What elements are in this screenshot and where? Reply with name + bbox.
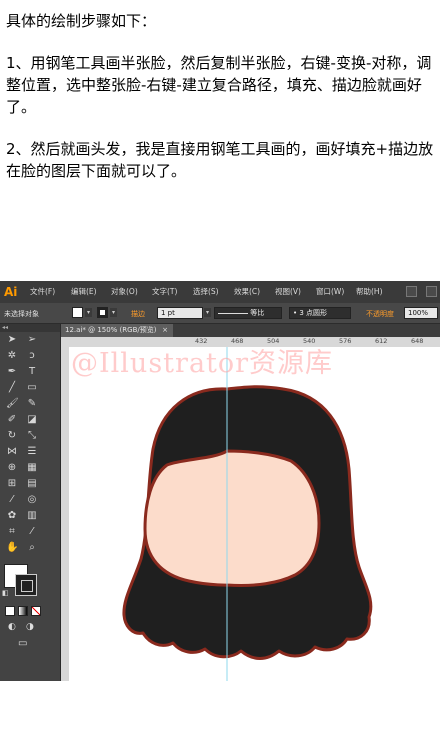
brush-label: 3 点圆形 [299, 309, 328, 317]
opacity-value: 100% [408, 309, 429, 317]
document-tab-bar: 12.ai* @ 150% (RGB/预览) × [61, 324, 440, 337]
pencil-icon[interactable]: ✎ [26, 398, 38, 410]
warp-icon[interactable]: ☰ [26, 446, 38, 458]
scale-icon[interactable]: ⤡ [26, 430, 38, 442]
color-mode-icon[interactable] [5, 606, 15, 616]
menu-object[interactable]: 对象(O) [111, 286, 138, 297]
tutorial-text: 具体的绘制步骤如下： 1、用钢笔工具画半张脸，然后复制半张脸，右键-变换-对称，… [6, 10, 438, 182]
illustrator-window: Ai 文件(F) 编辑(E) 对象(O) 文字(T) 选择(S) 效果(C) 视… [0, 281, 440, 681]
variable-width-profile[interactable]: 等比 [214, 307, 282, 319]
face-shape [143, 449, 321, 587]
control-bar: 未选择对象 ▾ ▾ 描边 1 pt ▾ 等比 • 3 点圆形 不透明度 100% [0, 303, 440, 324]
default-colors-icon[interactable]: ◧ [2, 589, 9, 597]
document-tab-label: 12.ai* @ 150% (RGB/预览) [65, 326, 157, 334]
zoom-icon[interactable]: ⌕ [26, 542, 38, 554]
stroke-weight-field[interactable]: 1 pt [157, 307, 203, 319]
menu-file[interactable]: 文件(F) [30, 286, 55, 297]
tutorial-heading: 具体的绘制步骤如下： [6, 12, 157, 30]
stroke-dropdown-icon[interactable]: ▾ [110, 308, 117, 317]
selection-status: 未选择对象 [4, 310, 39, 318]
eyedropper-icon[interactable]: ⁄ [6, 494, 18, 506]
tools-panel-grip[interactable]: ◂◂ [0, 324, 60, 332]
blob-brush-icon[interactable]: ✐ [6, 414, 18, 426]
artboard-canvas[interactable] [69, 347, 440, 681]
tutorial-step-2: 2、然后就画头发，我是直接用钢笔工具画的，画好填充+描边放在脸的图层下面就可以了… [6, 140, 434, 180]
artboard-icon[interactable]: ⌗ [6, 526, 18, 538]
bridge-icon[interactable] [406, 286, 417, 297]
menu-select[interactable]: 选择(S) [193, 286, 219, 297]
arrange-documents-icon[interactable] [426, 286, 437, 297]
stroke-label[interactable]: 描边 [131, 309, 145, 319]
inside-draw-icon[interactable]: ◑ [26, 622, 34, 632]
shape-builder-icon[interactable]: ⊕ [6, 462, 18, 474]
stroke-color-box[interactable] [15, 574, 37, 596]
eraser-icon[interactable]: ◪ [26, 414, 38, 426]
stroke-weight-value: 1 pt [161, 309, 175, 317]
perspective-icon[interactable]: ▦ [26, 462, 38, 474]
profile-line-icon [218, 312, 248, 314]
ruler-tick: 612 [375, 337, 388, 345]
direct-selection-icon[interactable]: ➢ [26, 334, 38, 346]
opacity-label[interactable]: 不透明度 [366, 309, 394, 319]
none-mode-icon[interactable] [31, 606, 41, 616]
magic-wand-icon[interactable]: ✲ [6, 350, 18, 362]
ruler-tick: 576 [339, 337, 352, 345]
menu-type[interactable]: 文字(T) [152, 286, 177, 297]
lasso-icon[interactable]: ↄ [26, 350, 38, 362]
stroke-swatch[interactable] [97, 307, 108, 318]
menu-view[interactable]: 视图(V) [275, 286, 301, 297]
fill-dropdown-icon[interactable]: ▾ [85, 308, 92, 317]
symbol-sprayer-icon[interactable]: ✿ [6, 510, 18, 522]
menu-help[interactable]: 帮助(H) [356, 286, 383, 297]
rectangle-icon[interactable]: ▭ [26, 382, 38, 394]
document-tab[interactable]: 12.ai* @ 150% (RGB/预览) × [61, 324, 173, 337]
selection-icon[interactable]: ➤ [6, 334, 18, 346]
menu-bar: Ai 文件(F) 编辑(E) 对象(O) 文字(T) 选择(S) 效果(C) 视… [0, 281, 440, 303]
slice-icon[interactable]: ⁄ [26, 526, 38, 538]
tools-panel: ◂◂ ➤ ➢ ✲ ↄ ✒ T ╱ ▭ 🖌 ✎ ✐ ◪ ↻ ⤡ ⋈ ☰ ⊕ ▦ ⊞… [0, 324, 61, 681]
width-icon[interactable]: ⋈ [6, 446, 18, 458]
menu-window[interactable]: 窗口(W) [316, 286, 344, 297]
ruler-tick: 648 [411, 337, 424, 345]
rotate-icon[interactable]: ↻ [6, 430, 18, 442]
character-artwork [122, 347, 373, 681]
stroke-weight-dropdown-icon[interactable]: ▾ [204, 308, 211, 317]
fill-swatch[interactable] [72, 307, 83, 318]
opacity-field[interactable]: 100% [404, 307, 438, 319]
screen-mode-icon[interactable]: ▭ [18, 638, 27, 649]
drawing-modes-icon[interactable]: ◐ [8, 622, 16, 632]
profile-label: 等比 [250, 309, 265, 317]
watermark-text: @Illustrator资源库 [71, 348, 334, 379]
pen-icon[interactable]: ✒ [6, 366, 18, 378]
gradient-icon[interactable]: ▤ [26, 478, 38, 490]
vertical-ruler[interactable] [61, 347, 69, 681]
hand-icon[interactable]: ✋ [6, 542, 18, 554]
menu-edit[interactable]: 编辑(E) [71, 286, 97, 297]
menu-effect[interactable]: 效果(C) [234, 286, 260, 297]
line-icon[interactable]: ╱ [6, 382, 18, 394]
tutorial-step-1: 1、用钢笔工具画半张脸，然后复制半张脸，右键-变换-对称，调整位置，选中整张脸-… [6, 54, 432, 116]
graph-icon[interactable]: ▥ [26, 510, 38, 522]
blend-icon[interactable]: ◎ [26, 494, 38, 506]
app-logo: Ai [4, 285, 18, 299]
gradient-mode-icon[interactable] [18, 606, 28, 616]
close-tab-icon[interactable]: × [162, 324, 168, 337]
type-icon[interactable]: T [26, 366, 38, 378]
mesh-icon[interactable]: ⊞ [6, 478, 18, 490]
brush-definition[interactable]: • 3 点圆形 [289, 307, 351, 319]
paintbrush-icon[interactable]: 🖌 [6, 398, 19, 410]
